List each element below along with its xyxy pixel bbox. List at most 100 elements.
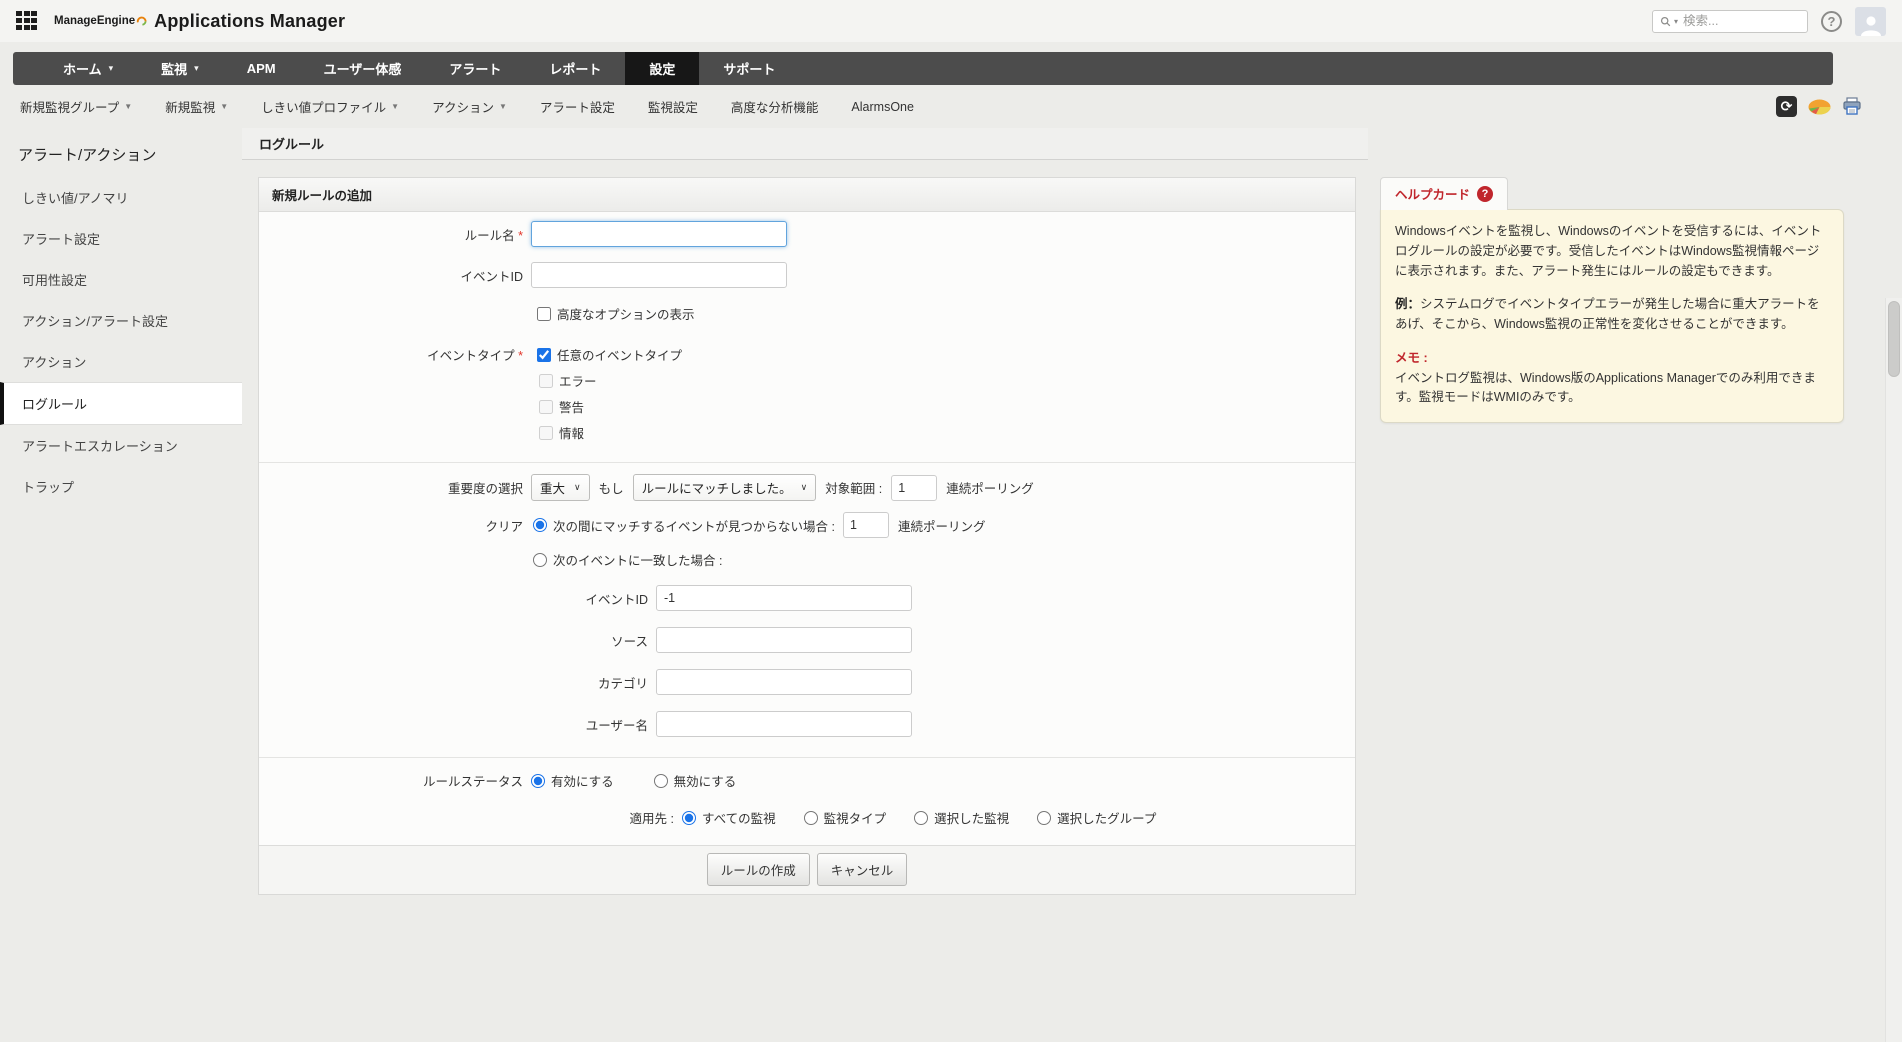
rule-status-label: ルールステータス [259,771,531,790]
apply-monitor-type-option[interactable]: 監視タイプ [804,808,887,827]
apply-all-monitors-option[interactable]: すべての監視 [682,808,776,827]
add-rule-form: 新規ルールの追加 ルール名 * イベントID 高度なオプションの表示 [258,177,1356,895]
subnav-action[interactable]: アクション▼ [432,97,507,116]
clear-no-match-radio[interactable] [533,518,547,532]
sidebar-item-alert-escalation[interactable]: アラートエスカレーション [0,425,242,466]
scrollbar-thumb[interactable] [1888,301,1900,377]
nav-tab-settings[interactable]: 設定 [625,52,699,85]
create-rule-button[interactable]: ルールの作成 [707,853,810,886]
sidebar-title: アラート/アクション [0,128,242,177]
help-intro-text: Windowsイベントを監視し、Windowsのイベントを受信するには、イベント… [1395,222,1829,281]
help-question-icon[interactable]: ? [1477,186,1493,202]
status-enable-radio[interactable] [531,774,545,788]
chevron-down-icon: ▼ [499,102,507,111]
nav-tab-apm[interactable]: APM [223,52,300,85]
nav-tab-user-experience[interactable]: ユーザー体感 [300,52,426,85]
if-label: もし [599,478,624,497]
clear-match-option[interactable]: 次のイベントに一致した場合 : [533,550,722,569]
nav-tab-home[interactable]: ホーム▾ [39,52,137,85]
severity-label: 重要度の選択 [259,478,531,497]
page-scrollbar[interactable] [1885,298,1902,1042]
category-input[interactable] [656,669,912,695]
status-disable-option[interactable]: 無効にする [654,771,737,790]
subnav-threshold-profile[interactable]: しきい値プロファイル▼ [261,97,399,116]
event-type-any-option[interactable]: 任意のイベントタイプ [537,345,682,364]
page-title: ログルール [242,128,1368,160]
chevron-down-icon: ▾ [194,63,199,74]
condition-select[interactable]: ルールにマッチしました。∨ [633,474,817,501]
manageengine-logo: ManageEngine [54,15,147,27]
clear-no-match-count-input[interactable] [843,512,889,538]
subnav-alert-settings[interactable]: アラート設定 [540,97,615,116]
apply-monitor-type-radio[interactable] [804,811,818,825]
printer-icon[interactable] [1842,97,1862,116]
sidebar: アラート/アクション しきい値/アノマリ アラート設定 可用性設定 アクション/… [0,128,242,507]
global-search-box[interactable]: ▾ [1652,10,1808,33]
status-disable-radio[interactable] [654,774,668,788]
form-section-title: 新規ルールの追加 [259,178,1355,212]
apply-selected-monitors-radio[interactable] [914,811,928,825]
chevron-down-icon: ▼ [220,102,228,111]
required-asterisk: * [518,229,523,243]
subnav-monitor-settings[interactable]: 監視設定 [648,97,698,116]
status-enable-option[interactable]: 有効にする [531,771,614,790]
user-avatar[interactable] [1855,7,1886,36]
advanced-options-option[interactable]: 高度なオプションの表示 [537,304,695,323]
scope-label: 対象範囲 : [825,478,882,497]
sidebar-item-action[interactable]: アクション [0,341,242,382]
section-divider [259,757,1355,758]
source-input[interactable] [656,627,912,653]
global-search-input[interactable] [1681,13,1800,29]
clear-match-radio[interactable] [533,553,547,567]
scope-input[interactable] [891,475,937,501]
username-input[interactable] [656,711,912,737]
apply-all-monitors-radio[interactable] [682,811,696,825]
nav-tab-reports[interactable]: レポート [525,52,625,85]
sidebar-item-action-alert-settings[interactable]: アクション/アラート設定 [0,300,242,341]
brand-swirl-icon [136,15,147,26]
sidebar-item-log-rules[interactable]: ログルール [0,382,242,425]
help-icon[interactable]: ? [1821,11,1842,32]
help-panel: ヘルプカード ? Windowsイベントを監視し、Windowsのイベントを受信… [1380,177,1844,423]
nav-tab-support[interactable]: サポート [699,52,799,85]
nav-tab-alerts[interactable]: アラート [425,52,525,85]
rule-name-label: ルール名 * [259,225,531,244]
cancel-button[interactable]: キャンセル [817,853,908,886]
apply-selected-groups-radio[interactable] [1037,811,1051,825]
username-label: ユーザー名 [259,715,656,734]
apps-grid-icon[interactable] [16,11,39,32]
sidebar-item-alert-settings[interactable]: アラート設定 [0,218,242,259]
event-id-input[interactable] [531,262,787,288]
sidebar-item-availability-settings[interactable]: 可用性設定 [0,259,242,300]
search-scope-caret-icon[interactable]: ▾ [1674,17,1678,26]
advanced-options-checkbox[interactable] [537,307,551,321]
sidebar-item-trap[interactable]: トラップ [0,466,242,507]
help-card-tab[interactable]: ヘルプカード ? [1380,177,1508,210]
subnav-advanced-analytics[interactable]: 高度な分析機能 [731,97,819,116]
severity-select[interactable]: 重大∨ [531,474,590,501]
event-id-label: イベントID [259,266,531,285]
category-label: カテゴリ [259,673,656,692]
apply-selected-groups-option[interactable]: 選択したグループ [1037,808,1156,827]
required-asterisk: * [518,349,523,363]
event-type-warning-option: 警告 [539,397,584,416]
chevron-down-icon: ▾ [109,63,114,74]
sidebar-item-threshold-anomaly[interactable]: しきい値/アノマリ [0,177,242,218]
event-type-any-checkbox[interactable] [537,348,551,362]
chevron-down-icon: ∨ [801,482,808,493]
event-type-label: イベントタイプ * [259,345,531,364]
help-card: Windowsイベントを監視し、Windowsのイベントを受信するには、イベント… [1380,209,1844,423]
subnav-new-monitor-group[interactable]: 新規監視グループ▼ [20,97,132,116]
subnav-new-monitor[interactable]: 新規監視▼ [165,97,228,116]
nav-tab-monitor[interactable]: 監視▾ [137,52,223,85]
event-type-info-option: 情報 [539,423,584,442]
shutter-icon[interactable]: ⟳ [1776,96,1797,117]
rule-name-input[interactable] [531,221,787,247]
criteria-event-id-input[interactable] [656,585,912,611]
brand-logo[interactable]: ManageEngine Applications Manager [54,11,345,32]
subnav-alarmsone[interactable]: AlarmsOne [851,100,914,114]
secondary-nav: 新規監視グループ▼ 新規監視▼ しきい値プロファイル▼ アクション▼ アラート設… [0,85,1902,128]
clear-no-match-option[interactable]: 次の間にマッチするイベントが見つからない場合 : [533,516,835,535]
apply-selected-monitors-option[interactable]: 選択した監視 [914,808,1009,827]
pie-chart-icon[interactable] [1808,99,1831,115]
